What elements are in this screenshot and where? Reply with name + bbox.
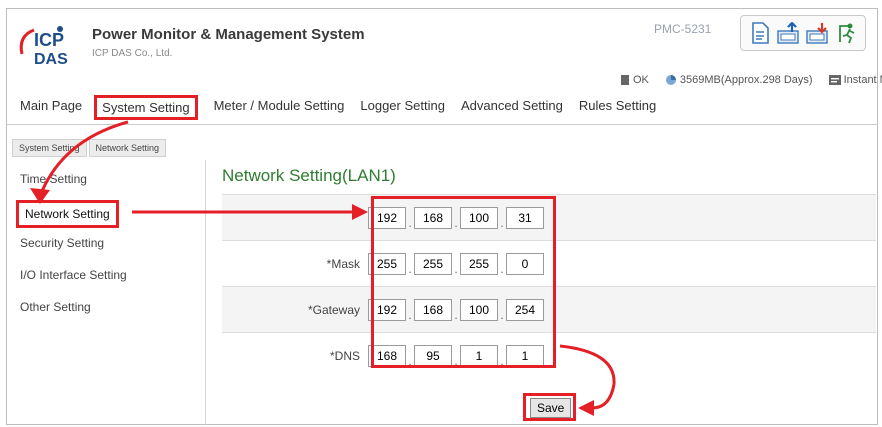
breadcrumb-network-setting[interactable]: Network Setting <box>88 139 167 157</box>
dot-separator: . <box>408 353 412 368</box>
dot-separator: . <box>500 261 504 276</box>
nav-system-setting[interactable]: System Setting <box>94 95 198 120</box>
ip-octet-1[interactable] <box>368 206 406 229</box>
dot-separator: . <box>408 215 412 230</box>
sidebar: Time Setting Network Setting Security Se… <box>16 172 127 332</box>
sidebar-item-network[interactable]: Network Setting <box>16 200 119 228</box>
gateway-label: *Gateway <box>307 302 360 317</box>
logo-text-top: ICP <box>34 30 64 50</box>
nav-meter-module-setting[interactable]: Meter / Module Setting <box>214 98 345 120</box>
upload-icon[interactable] <box>776 21 801 45</box>
dns-octet-1[interactable] <box>368 344 406 367</box>
nav-divider <box>6 124 878 125</box>
breadcrumb: System Setting Network Setting <box>12 139 168 157</box>
network-settings-table: . . . *Mask . . . *Gateway . . . *DNS . … <box>222 194 876 378</box>
dns-label: *DNS <box>329 348 360 363</box>
mask-label: *Mask <box>326 256 360 271</box>
ip-octet-4[interactable] <box>506 206 544 229</box>
dot-separator: . <box>500 353 504 368</box>
page-title: Network Setting(LAN1) <box>222 166 396 185</box>
dot-separator: . <box>454 307 458 322</box>
dns-octet-4[interactable] <box>506 344 544 367</box>
dot-separator: . <box>454 261 458 276</box>
save-button[interactable]: Save <box>530 398 572 418</box>
status-bar: OK 3569MB(Approx.298 Days) Instant Messa… <box>620 74 882 86</box>
nav-advanced-setting[interactable]: Advanced Setting <box>461 98 563 120</box>
logo-text-bottom: DAS <box>34 51 68 68</box>
storage-label: 3569MB(Approx.298 Days) <box>679 74 813 86</box>
storage-status: 3569MB(Approx.298 Days) <box>665 74 813 86</box>
ip-address-input: . . . <box>368 206 544 230</box>
toolbar <box>740 15 866 51</box>
storage-pie-icon <box>665 75 676 85</box>
breadcrumb-system-setting[interactable]: System Setting <box>12 139 87 157</box>
nav-rules-setting[interactable]: Rules Setting <box>579 98 656 120</box>
ip-octet-3[interactable] <box>460 206 498 229</box>
sidebar-item-io-interface[interactable]: I/O Interface Setting <box>20 268 127 300</box>
gateway-octet-1[interactable] <box>368 298 406 321</box>
dot-separator: . <box>454 215 458 230</box>
mask-row: *Mask . . . <box>222 240 876 286</box>
nav-main-page[interactable]: Main Page <box>20 98 82 120</box>
sidebar-divider <box>205 160 206 425</box>
dot-separator: . <box>408 307 412 322</box>
gateway-input: . . . <box>368 298 544 322</box>
dot-separator: . <box>500 307 504 322</box>
ip-row: . . . <box>222 194 876 240</box>
sidebar-item-other[interactable]: Other Setting <box>20 300 127 332</box>
ip-octet-2[interactable] <box>414 206 452 229</box>
nav-logger-setting[interactable]: Logger Setting <box>360 98 445 120</box>
gateway-octet-2[interactable] <box>414 298 452 321</box>
message-icon <box>828 75 841 85</box>
dot-separator: . <box>408 261 412 276</box>
dns-octet-2[interactable] <box>414 344 452 367</box>
sidebar-item-security[interactable]: Security Setting <box>20 236 127 268</box>
mask-octet-2[interactable] <box>414 252 452 275</box>
mask-octet-1[interactable] <box>368 252 406 275</box>
gateway-row: *Gateway . . . <box>222 286 876 332</box>
mask-octet-4[interactable] <box>506 252 544 275</box>
instant-message[interactable]: Instant Message <box>828 74 882 86</box>
dns-octet-3[interactable] <box>460 344 498 367</box>
company-name: ICP DAS Co., Ltd. <box>92 48 173 59</box>
gateway-octet-3[interactable] <box>460 298 498 321</box>
dot-separator: . <box>500 215 504 230</box>
model-name: PMC-5231 <box>654 22 712 36</box>
mask-octet-3[interactable] <box>460 252 498 275</box>
dns-row: *DNS . . . <box>222 332 876 378</box>
download-icon[interactable] <box>805 21 830 45</box>
file-icon[interactable] <box>748 21 772 45</box>
app-title: Power Monitor & Management System <box>92 26 365 43</box>
company-logo: ICP DAS <box>16 24 84 68</box>
dot-separator: . <box>454 353 458 368</box>
gateway-octet-4[interactable] <box>506 298 544 321</box>
logout-icon[interactable] <box>835 21 859 45</box>
main-nav: Main Page System Setting Meter / Module … <box>20 95 672 120</box>
ok-status-label: OK <box>633 74 649 86</box>
dns-input: . . . <box>368 344 544 368</box>
message-label: Instant Message <box>843 74 882 86</box>
disk-status-icon <box>621 75 629 85</box>
ok-status: OK <box>620 74 649 86</box>
mask-input: . . . <box>368 252 544 276</box>
